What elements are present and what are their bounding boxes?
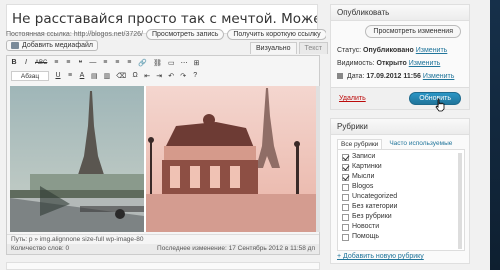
underline-icon[interactable]: U (55, 72, 61, 79)
category-item[interactable]: Помощь (342, 232, 460, 242)
permalink-row: Постоянная ссылка: http://blogos.net/372… (6, 25, 326, 43)
publish-actions: Удалить Обновить (331, 87, 469, 109)
publish-header[interactable]: Опубликовать (331, 5, 469, 21)
hr-icon[interactable]: — (89, 59, 96, 66)
publish-box: Опубликовать Просмотреть изменения Стату… (330, 4, 470, 110)
category-checkbox[interactable] (342, 153, 349, 161)
category-item[interactable]: Без категории (342, 202, 460, 212)
indent-icon[interactable]: ⇥ (156, 72, 162, 80)
editor-tabs: Визуально Текст (250, 42, 329, 54)
status-edit-link[interactable]: Изменить (416, 47, 448, 54)
format-select[interactable]: Абзац (11, 70, 49, 81)
special-char-icon[interactable]: Ω (132, 72, 138, 79)
category-item[interactable]: Картинки (342, 162, 460, 172)
date-row: Дата: 17.09.2012 11:56 Изменить (337, 73, 454, 80)
categories-list: Записи Картинки Мысли Blogos Uncategoriz… (337, 149, 465, 251)
categories-header[interactable]: Рубрики (331, 119, 469, 135)
category-checkbox[interactable] (342, 183, 349, 191)
paste-text-icon[interactable]: ▤ (91, 72, 98, 80)
permalink-text: Постоянная ссылка: http://blogos.net/372… (6, 30, 143, 38)
last-edit: Последнее изменение: 17 Сентябрь 2012 в … (157, 245, 315, 252)
clear-format-icon[interactable]: ⌫ (116, 72, 126, 80)
category-item[interactable]: Uncategorized (342, 192, 460, 202)
categories-box: Рубрики Все рубрики Часто используемые З… (330, 118, 470, 264)
visibility-row: Видимость: Открыто Изменить (337, 60, 441, 67)
toolbar-toggle-icon[interactable]: ⊞ (194, 59, 200, 67)
outdent-icon[interactable]: ⇤ (144, 72, 150, 80)
text-color-icon[interactable]: A (79, 72, 85, 79)
eiffel-tower-photo (10, 86, 144, 232)
categories-tabs: Все рубрики Часто используемые (337, 139, 455, 149)
redo-icon[interactable]: ↷ (180, 72, 186, 80)
more-icon[interactable]: ⋯ (181, 59, 188, 67)
carousel-photo (146, 86, 316, 232)
category-item[interactable]: Записи (342, 152, 460, 162)
category-checkbox[interactable] (342, 203, 349, 211)
link-icon[interactable]: 🔗 (138, 59, 147, 67)
category-checkbox[interactable] (342, 173, 349, 181)
category-item[interactable]: Без рубрики (342, 212, 460, 222)
bullet-list-icon[interactable]: ≡ (53, 59, 59, 66)
editor-path: Путь: p » img.alignnone size-full wp-ima… (7, 234, 319, 244)
align-center-icon[interactable]: ≡ (114, 59, 120, 66)
preview-changes-button[interactable]: Просмотреть изменения (365, 25, 461, 38)
unlink-icon[interactable]: ⛓ (153, 59, 162, 67)
category-item[interactable]: Blogos (342, 182, 460, 192)
category-checkbox[interactable] (342, 213, 349, 221)
word-count: Количество слов: 0 (11, 245, 70, 252)
category-item[interactable]: Новости (342, 222, 460, 232)
date-edit-link[interactable]: Изменить (423, 73, 455, 80)
mouse-cursor-icon (435, 98, 445, 112)
category-checkbox[interactable] (342, 193, 349, 201)
strikethrough-button[interactable]: ABC (35, 60, 47, 66)
tab-all-categories[interactable]: Все рубрики (337, 139, 383, 149)
editor-status-bar: Количество слов: 0 Последнее изменение: … (7, 244, 319, 254)
align-right-icon[interactable]: ≡ (126, 59, 132, 66)
tab-visual[interactable]: Визуально (250, 42, 297, 54)
delete-link[interactable]: Удалить (339, 95, 366, 102)
category-item[interactable]: Мысли (342, 172, 460, 182)
paste-word-icon[interactable]: ▥ (104, 72, 111, 80)
tab-text[interactable]: Текст (298, 42, 329, 54)
visibility-edit-link[interactable]: Изменить (409, 60, 441, 67)
italic-button[interactable]: I (23, 59, 29, 66)
undo-icon[interactable]: ↶ (168, 72, 174, 80)
desktop-edge (490, 0, 500, 270)
view-post-button[interactable]: Просмотреть запись (146, 28, 225, 40)
align-left-icon[interactable]: ≡ (102, 59, 108, 66)
visibility-value: Открыто (376, 60, 407, 67)
calendar-icon (337, 73, 343, 80)
category-checkbox[interactable] (342, 163, 349, 171)
number-list-icon[interactable]: ≡ (65, 59, 71, 66)
editor-area: B I ABC ≡ ≡ ❝ — ≡ ≡ ≡ 🔗 ⛓ ▭ ⋯ ⊞ Абзац U … (6, 55, 320, 255)
status-row: Статус: Опубликовано Изменить (337, 47, 448, 54)
add-media-label: Добавить медиафайл (22, 42, 93, 49)
category-checkbox[interactable] (342, 223, 349, 231)
editor-content[interactable] (10, 86, 316, 232)
bold-button[interactable]: B (11, 59, 17, 66)
status-value: Опубликовано (363, 47, 414, 54)
get-shortlink-button[interactable]: Получить короткую ссылку (227, 28, 326, 40)
editor-scrollbar[interactable] (316, 86, 320, 232)
media-icon (11, 42, 19, 49)
justify-icon[interactable]: ≡ (67, 72, 73, 79)
help-icon[interactable]: ? (192, 72, 198, 79)
editor-toolbar-2: Абзац U ≡ A ▤ ▥ ⌫ Ω ⇤ ⇥ ↶ ↷ ? (7, 69, 319, 82)
categories-scrollbar[interactable] (458, 153, 462, 249)
add-category-link[interactable]: + Добавить новую рубрику (337, 253, 424, 260)
date-value: 17.09.2012 11:56 (366, 73, 421, 80)
insert-more-icon[interactable]: ▭ (168, 59, 175, 67)
category-checkbox[interactable] (342, 233, 349, 241)
post-editor-screen: Не расставайся просто так с мечтой. Може… (0, 0, 490, 270)
editor-toolbar-1: B I ABC ≡ ≡ ❝ — ≡ ≡ ≡ 🔗 ⛓ ▭ ⋯ ⊞ (7, 56, 319, 69)
tab-popular-categories[interactable]: Часто используемые (386, 139, 455, 149)
blockquote-icon[interactable]: ❝ (77, 59, 83, 67)
next-metabox (6, 262, 320, 270)
